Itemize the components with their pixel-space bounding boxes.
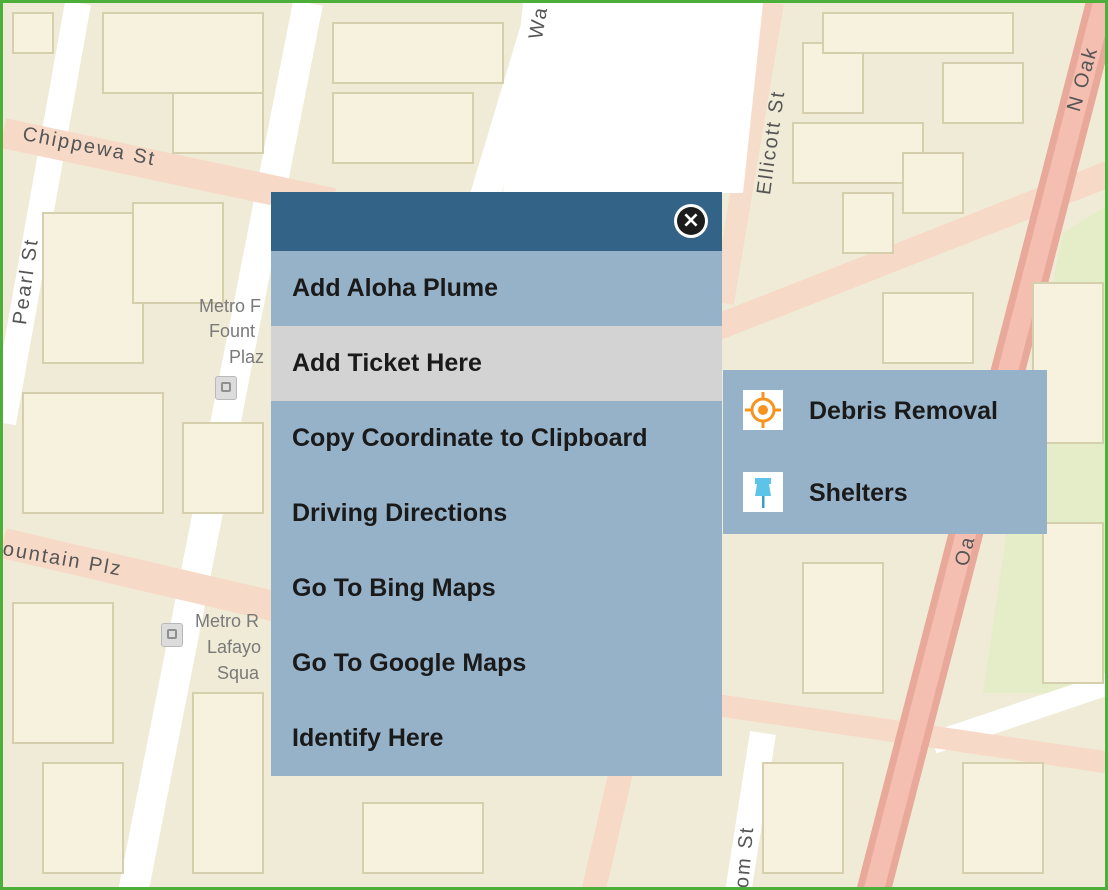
menu-item-go-to-google-maps[interactable]: Go To Google Maps	[271, 626, 722, 701]
poi-lafayette-line1: Metro R	[195, 611, 260, 631]
poi-fountain-plaza-line1: Metro F	[199, 296, 262, 316]
submenu-item-label: Shelters	[809, 479, 908, 507]
menu-item-add-aloha-plume[interactable]: Add Aloha Plume	[271, 251, 722, 326]
transit-station-icon[interactable]	[161, 623, 183, 647]
menu-item-identify-here[interactable]: Identify Here	[271, 701, 722, 776]
menu-item-copy-coordinate[interactable]: Copy Coordinate to Clipboard	[271, 401, 722, 476]
poi-fountain-plaza-line2: Fount	[209, 321, 256, 341]
close-x-glyph: ×	[681, 208, 701, 233]
submenu-item-shelters[interactable]: Shelters	[723, 452, 1047, 534]
poi-lafayette-line3: Squa	[217, 663, 260, 683]
ticket-submenu: Debris Removal Shelters	[723, 370, 1047, 534]
poi-fountain-plaza-line3: Plaz	[229, 347, 265, 367]
transit-station-icon[interactable]	[215, 376, 237, 400]
map-frame: Chippewa St Ellicott St N Oak Oa Pearl S…	[0, 0, 1108, 890]
submenu-item-label: Debris Removal	[809, 397, 998, 425]
menu-item-go-to-bing-maps[interactable]: Go To Bing Maps	[271, 551, 722, 626]
context-menu: × Add Aloha Plume Add Ticket Here Copy C…	[271, 192, 722, 776]
menu-item-add-ticket-here[interactable]: Add Ticket Here	[271, 326, 722, 401]
poi-lafayette-line2: Lafayo	[207, 637, 262, 657]
pushpin-icon	[743, 472, 783, 512]
submenu-item-debris-removal[interactable]: Debris Removal	[723, 370, 1047, 452]
close-circle-icon[interactable]: ×	[674, 204, 708, 238]
menu-item-driving-directions[interactable]: Driving Directions	[271, 476, 722, 551]
context-menu-header: ×	[271, 192, 722, 251]
debris-target-icon	[743, 390, 783, 430]
